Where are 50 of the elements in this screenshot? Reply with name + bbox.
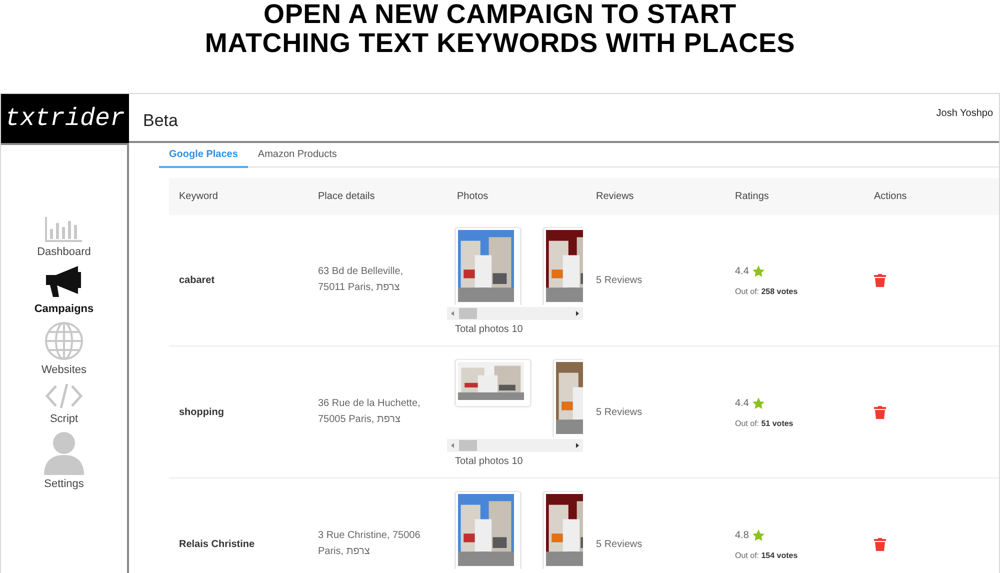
star-icon	[752, 396, 765, 410]
column-header: Photos	[456, 191, 490, 202]
scrollbar[interactable]	[447, 307, 583, 320]
bar-chart-icon	[44, 215, 84, 243]
trash-icon	[874, 274, 886, 286]
tab[interactable]: Amazon Products	[248, 143, 347, 168]
vote-count: Out of: 51 votes	[735, 418, 794, 428]
trash-icon	[874, 538, 886, 550]
photo-count: Total photos 10	[454, 324, 524, 335]
globe-icon	[44, 321, 84, 361]
vote-count: Out of: 258 votes	[735, 286, 799, 296]
delete-button[interactable]	[874, 538, 888, 550]
sidebar-item[interactable]: Dashboard	[37, 215, 91, 258]
photo-count: Total photos 10	[454, 456, 524, 467]
logo: txtrider	[1, 94, 129, 143]
photo-thumbnail[interactable]	[455, 491, 521, 569]
column-header: Reviews	[595, 191, 635, 202]
person-icon	[44, 431, 84, 475]
star-icon	[752, 264, 765, 278]
headline: MATCHING TEXT KEYWORDS WITH PLACES	[204, 29, 796, 58]
sidebar-item[interactable]: Websites	[41, 321, 87, 376]
rating-value: 4.4	[735, 398, 749, 408]
sidebar-item[interactable]: Campaigns	[34, 264, 94, 315]
sidebar-item[interactable]: Script	[44, 382, 84, 425]
keyword-cell-text: shopping	[178, 406, 225, 418]
column-header: Keyword	[178, 191, 219, 202]
column-header: Place details	[317, 191, 376, 202]
keyword-cell-text: Relais Christine	[178, 538, 256, 550]
sidebar-item[interactable]: Settings	[44, 431, 84, 490]
reviews-cell-text: 5 Reviews	[595, 538, 644, 550]
scrollbar[interactable]	[447, 439, 583, 452]
keyword-cell-text: cabaret	[178, 274, 216, 286]
photo-thumbnail[interactable]	[455, 227, 521, 305]
photo-thumbnail[interactable]	[455, 359, 531, 407]
page-title: Beta	[143, 110, 178, 130]
vote-count: Out of: 154 votes	[735, 550, 799, 560]
rating-value: 4.4	[735, 266, 749, 276]
code-icon	[44, 382, 84, 410]
trash-icon	[874, 406, 886, 418]
reviews-cell-text: 5 Reviews	[595, 274, 644, 286]
column-header: Ratings	[734, 191, 770, 202]
user-name: Josh Yoshpo	[936, 108, 993, 119]
delete-button[interactable]	[874, 274, 888, 286]
delete-button[interactable]	[874, 406, 888, 418]
column-header: Actions	[873, 191, 908, 202]
headline: OPEN A NEW CAMPAIGN TO START	[264, 0, 736, 29]
megaphone-icon	[44, 264, 84, 300]
star-icon	[752, 528, 765, 542]
rating-value: 4.8	[735, 530, 749, 540]
reviews-cell-text: 5 Reviews	[595, 406, 644, 418]
